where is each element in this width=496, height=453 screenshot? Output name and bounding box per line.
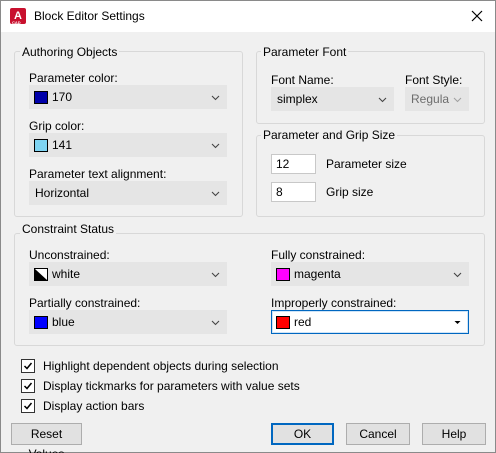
unconstrained-dropdown[interactable]: white <box>29 262 227 286</box>
font-style-value: Regula <box>411 92 450 106</box>
partially-constrained-dropdown[interactable]: blue <box>29 310 227 334</box>
ok-button[interactable]: OK <box>271 423 334 445</box>
font-style-dropdown[interactable]: Regula <box>405 87 469 111</box>
grip-size-input[interactable]: 8 <box>271 182 316 202</box>
font-style-label: Font Style: <box>405 73 463 87</box>
checkmark-icon <box>23 382 33 390</box>
chevron-down-icon <box>453 272 462 278</box>
font-name-dropdown[interactable]: simplex <box>271 87 394 111</box>
chevron-down-icon <box>211 191 220 197</box>
help-button[interactable]: Help <box>422 423 486 445</box>
fully-constrained-swatch <box>276 268 290 281</box>
parameter-color-label: Parameter color: <box>29 71 118 85</box>
checkbox-box <box>21 399 35 413</box>
parameter-size-label: Parameter size <box>326 157 407 171</box>
font-name-value: simplex <box>277 92 318 106</box>
font-name-label: Font Name: <box>271 73 334 87</box>
text-alignment-dropdown[interactable]: Horizontal <box>29 181 227 205</box>
fully-constrained-label: Fully constrained: <box>271 248 366 262</box>
improperly-constrained-label: Improperly constrained: <box>271 296 397 310</box>
display-action-bars-label: Display action bars <box>43 399 145 413</box>
title-bar: A CAD Block Editor Settings <box>1 1 495 32</box>
chevron-down-icon <box>211 320 220 326</box>
text-alignment-value: Horizontal <box>35 186 90 200</box>
unconstrained-value: white <box>52 267 81 281</box>
chevron-down-icon <box>211 95 220 101</box>
grip-color-value: 141 <box>52 138 73 152</box>
improperly-constrained-swatch <box>276 316 290 329</box>
parameter-size-input[interactable]: 12 <box>271 154 316 174</box>
window-title: Block Editor Settings <box>34 9 145 23</box>
chevron-down-icon <box>211 143 220 149</box>
app-icon: A CAD <box>10 8 26 25</box>
partially-constrained-label: Partially constrained: <box>29 296 141 310</box>
text-alignment-label: Parameter text alignment: <box>29 167 167 181</box>
grip-size-label: Grip size <box>326 185 374 199</box>
parameter-color-dropdown[interactable]: 170 <box>29 85 227 109</box>
partially-constrained-swatch <box>34 316 48 329</box>
constraint-status-title: Constraint Status <box>20 222 117 236</box>
parameter-grip-size-title: Parameter and Grip Size <box>261 128 398 142</box>
improperly-constrained-value: red <box>294 315 312 329</box>
grip-color-swatch <box>34 139 48 152</box>
authoring-objects-title: Authoring Objects <box>20 45 120 59</box>
close-button[interactable] <box>467 6 487 26</box>
chevron-down-icon <box>454 321 461 324</box>
parameter-color-swatch <box>34 91 48 104</box>
reset-values-button[interactable]: Reset Values <box>11 423 82 453</box>
unconstrained-swatch <box>34 268 48 281</box>
partially-constrained-value: blue <box>52 315 75 329</box>
chevron-down-icon <box>453 97 462 103</box>
parameter-grip-size-group <box>256 135 485 217</box>
improperly-constrained-dropdown[interactable]: red <box>271 310 469 334</box>
checkmark-icon <box>23 402 33 410</box>
fully-constrained-value: magenta <box>294 267 341 281</box>
grip-color-label: Grip color: <box>29 119 85 133</box>
parameter-color-value: 170 <box>52 90 73 104</box>
chevron-down-icon <box>211 272 220 278</box>
parameter-font-title: Parameter Font <box>261 45 349 59</box>
highlight-dependent-label: Highlight dependent objects during selec… <box>43 359 279 373</box>
fully-constrained-dropdown[interactable]: magenta <box>271 262 469 286</box>
display-tickmarks-label: Display tickmarks for parameters with va… <box>43 379 300 393</box>
unconstrained-label: Unconstrained: <box>29 248 110 262</box>
close-icon <box>471 10 483 22</box>
grip-color-dropdown[interactable]: 141 <box>29 133 227 157</box>
chevron-down-icon <box>378 97 387 103</box>
checkbox-box <box>21 359 35 373</box>
block-editor-settings-dialog: A CAD Block Editor Settings Authoring Obj… <box>0 0 496 453</box>
checkmark-icon <box>23 362 33 370</box>
checkbox-box <box>21 379 35 393</box>
cancel-button[interactable]: Cancel <box>346 423 410 445</box>
